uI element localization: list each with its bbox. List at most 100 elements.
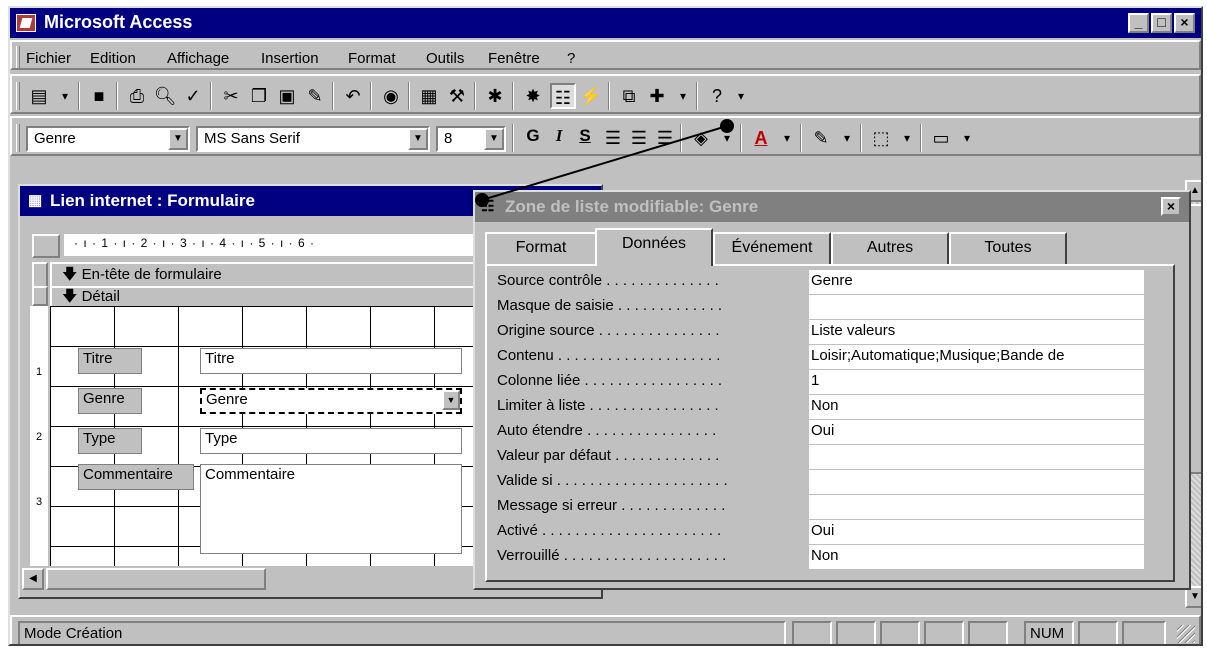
copy-icon[interactable]: ❐ [246,83,272,109]
property-value[interactable]: Non [809,545,1144,569]
property-value[interactable]: Oui [809,420,1144,444]
property-row[interactable]: Auto étendre . . . . . . . . . . . . . .… [497,420,1157,445]
line-color-icon[interactable]: ✎ [808,125,834,151]
property-value[interactable]: Oui [809,520,1144,544]
textbox-type[interactable]: Type [200,428,462,454]
property-row[interactable]: Source contrôle . . . . . . . . . . . . … [497,270,1157,295]
chevron-down-icon[interactable]: ▼ [408,128,428,150]
label-genre[interactable]: Genre [78,388,142,414]
chevron-down-icon[interactable]: ▼ [484,128,504,150]
property-row[interactable]: Valeur par défaut . . . . . . . . . . . … [497,445,1157,470]
textbox-commentaire[interactable]: Commentaire [200,464,462,554]
property-row[interactable]: Origine source . . . . . . . . . . . . .… [497,320,1157,345]
view-dropdown-icon[interactable]: ▾ [52,83,78,109]
cut-icon[interactable]: ✂ [218,83,244,109]
border-icon[interactable]: ⬚ [868,125,894,151]
italic-button[interactable]: I [546,126,572,146]
menu-fichier[interactable]: Fichier [26,50,71,67]
property-value[interactable]: Liste valeurs [809,320,1144,344]
property-row[interactable]: Verrouillé . . . . . . . . . . . . . . .… [497,545,1157,570]
undo-icon[interactable]: ↶ [340,83,366,109]
print-preview-icon[interactable]: 🔍︎ [152,83,178,109]
property-row[interactable]: Activé . . . . . . . . . . . . . . . . .… [497,520,1157,545]
save-icon[interactable]: ■ [86,83,112,109]
property-value[interactable]: 1 [809,370,1144,394]
menu-affichage[interactable]: Affichage [167,50,229,67]
label-type[interactable]: Type [78,428,142,454]
label-commentaire[interactable]: Commentaire [78,464,194,490]
font-size-combo[interactable]: 8 ▼ [436,126,506,152]
field-list-icon[interactable]: ▦ [416,83,442,109]
paste-icon[interactable]: ▣ [274,83,300,109]
menu-format[interactable]: Format [348,50,396,67]
new-object-icon[interactable]: ✚ [644,83,670,109]
menu-fenetre[interactable]: Fenêtre [488,50,540,67]
object-combo[interactable]: Genre ▼ [26,126,190,152]
fill-color-icon[interactable]: ◈ [688,125,714,151]
property-row[interactable]: Masque de saisie . . . . . . . . . . . .… [497,295,1157,320]
property-value[interactable]: Non [809,395,1144,419]
minimize-button[interactable]: _ [1128,13,1149,33]
property-value[interactable] [809,470,1144,494]
property-value[interactable]: Genre [809,270,1144,294]
property-row[interactable]: Valide si . . . . . . . . . . . . . . . … [497,470,1157,495]
tab-format[interactable]: Format [485,232,597,264]
new-object-dropdown-icon[interactable]: ▾ [670,83,696,109]
format-painter-icon[interactable]: ✎ [302,83,328,109]
border-dropdown-icon[interactable]: ▾ [894,125,920,151]
tab-toutes[interactable]: Toutes [949,232,1067,264]
close-button[interactable]: × [1174,13,1195,33]
property-row[interactable]: Colonne liée . . . . . . . . . . . . . .… [497,370,1157,395]
fill-color-dropdown-icon[interactable]: ▾ [714,125,740,151]
menu-help[interactable]: ? [567,50,575,67]
menu-insertion[interactable]: Insertion [261,50,319,67]
tab-evenement[interactable]: Événement [713,232,831,264]
help-icon[interactable]: ? [704,83,730,109]
form-horizontal-scrollbar[interactable]: ◀ [20,566,300,590]
property-row[interactable]: Message si erreur . . . . . . . . . . . … [497,495,1157,520]
print-icon[interactable]: ⎙ [124,83,150,109]
tab-donnees[interactable]: Données [595,228,713,266]
textbox-titre[interactable]: Titre [200,348,462,374]
property-row[interactable]: Contenu . . . . . . . . . . . . . . . . … [497,345,1157,370]
align-left-icon[interactable]: ☰ [600,125,626,151]
align-right-icon[interactable]: ☰ [652,125,678,151]
scroll-left-icon[interactable]: ◀ [22,568,44,590]
line-width-dropdown-icon[interactable]: ▾ [954,125,980,151]
section-selector[interactable] [32,262,48,288]
scroll-thumb[interactable] [46,568,266,590]
menu-outils[interactable]: Outils [426,50,464,67]
code-icon[interactable]: ✸ [520,83,546,109]
property-value[interactable]: Loisir;Automatique;Musique;Bande de [809,345,1144,369]
spelling-icon[interactable]: ✓ [180,83,206,109]
align-center-icon[interactable]: ☰ [626,125,652,151]
autoformat-icon[interactable]: ✱ [482,83,508,109]
properties-close-button[interactable]: × [1161,197,1181,216]
property-row[interactable]: Limiter à liste . . . . . . . . . . . . … [497,395,1157,420]
property-value[interactable] [809,495,1144,519]
web-icon[interactable]: ◉ [378,83,404,109]
view-icon[interactable]: ▤ [26,83,52,109]
font-combo[interactable]: MS Sans Serif ▼ [196,126,430,152]
builder-icon[interactable]: ⚡ [578,83,604,109]
chevron-down-icon[interactable]: ▼ [168,128,188,150]
bold-button[interactable]: G [520,126,546,146]
font-color-icon[interactable]: A [748,125,774,151]
line-color-dropdown-icon[interactable]: ▾ [834,125,860,151]
properties-icon[interactable]: ☷ [550,83,576,109]
maximize-button[interactable]: □ [1151,13,1172,33]
toolbox-icon[interactable]: ⚒ [444,83,470,109]
database-window-icon[interactable]: ⧉ [616,83,642,109]
property-value[interactable] [809,295,1144,319]
font-color-dropdown-icon[interactable]: ▾ [774,125,800,151]
form-selector[interactable] [32,234,60,258]
underline-button[interactable]: S [572,126,598,146]
help-dropdown-icon[interactable]: ▾ [728,83,754,109]
menu-edition[interactable]: Edition [90,50,136,67]
tab-autres[interactable]: Autres [831,232,949,264]
line-width-icon[interactable]: ▭ [928,125,954,151]
property-value[interactable] [809,445,1144,469]
label-titre[interactable]: Titre [78,348,142,374]
section-selector[interactable] [32,286,48,306]
combo-genre-selected[interactable]: Genre ▼ [200,388,462,414]
